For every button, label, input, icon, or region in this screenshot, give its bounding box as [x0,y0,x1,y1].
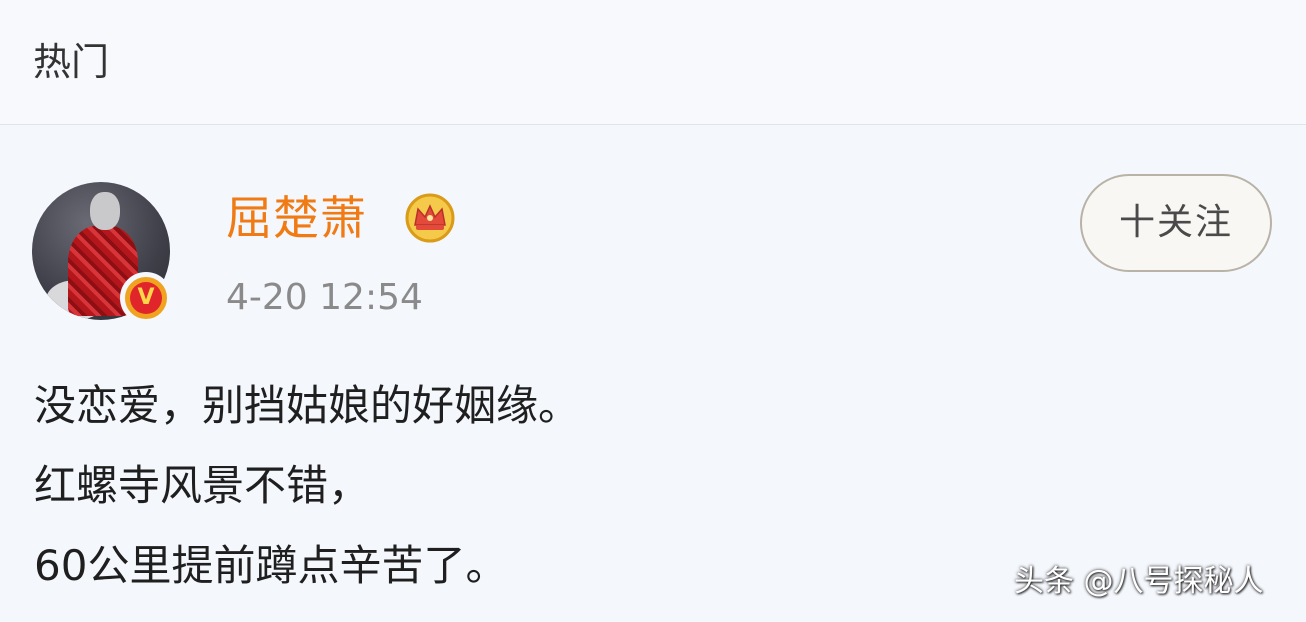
post-content: 没恋爱，别挡姑娘的好姻缘。 红螺寺风景不错， 60公里提前蹲点辛苦了。 [34,366,580,606]
top-bar: 热门 [0,0,1306,125]
page-title[interactable]: 热门 [33,36,109,88]
follow-button[interactable]: 十关注 [1080,174,1272,272]
weibo-post-screen: 热门 V 屈楚萧 4-20 12:54 十关注 没恋爱，别挡姑娘的好姻缘。 红螺… [0,0,1306,622]
post-timestamp: 4-20 12:54 [226,277,423,318]
verified-badge-icon: V [120,272,172,324]
post-content-line: 60公里提前蹲点辛苦了。 [34,541,508,590]
post-content-line: 没恋爱，别挡姑娘的好姻缘。 [34,381,581,430]
avatar-head-shape [90,192,120,230]
source-watermark: 头条 @八号探秘人 [1014,564,1264,599]
crown-icon [405,193,455,243]
post-content-line: 红螺寺风景不错， [34,461,371,510]
verified-v-icon: V [130,282,162,314]
author-name[interactable]: 屈楚萧 [226,186,367,250]
